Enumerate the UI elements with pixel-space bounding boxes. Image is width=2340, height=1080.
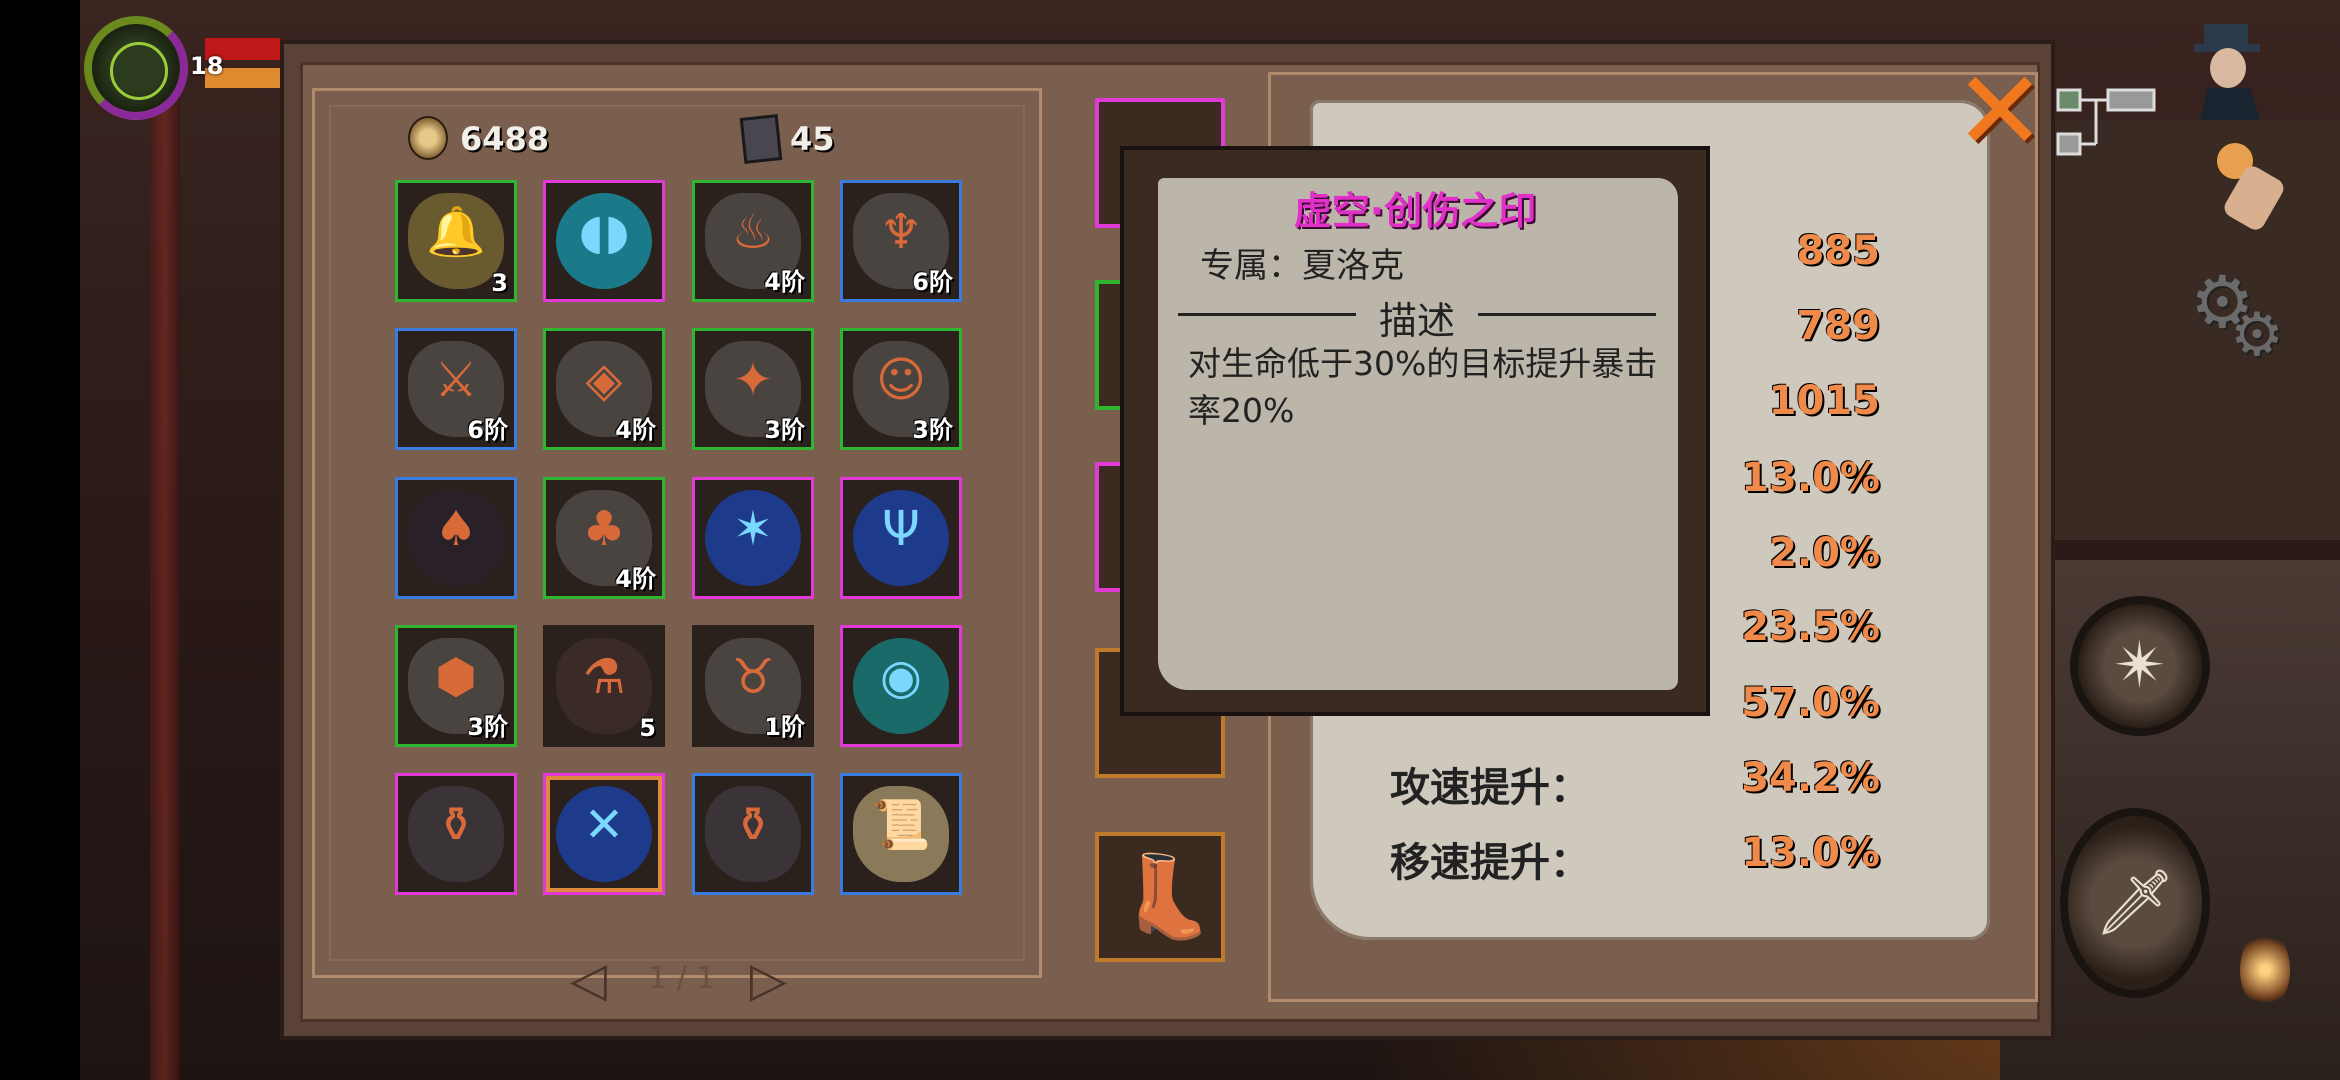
cat-rune-icon: ☺ <box>875 352 927 408</box>
stat-value: 789 <box>1796 303 1881 349</box>
trident-orb-icon: Ψ <box>882 501 920 557</box>
tree-rune-icon: ♣ <box>582 501 626 557</box>
potion-throw-icon[interactable] <box>2210 130 2288 234</box>
eagle-rune-icon: ✦ <box>732 352 774 408</box>
boots-icon: 👢 <box>1117 850 1217 943</box>
player-portrait[interactable] <box>84 16 188 120</box>
hero-avatar-icon[interactable] <box>2190 10 2270 120</box>
inventory-slot-horn-rune[interactable]: ♉ 1阶 <box>692 625 814 747</box>
inventory-slot-shield-rune[interactable]: ⬢ 3阶 <box>395 625 517 747</box>
tome-icon <box>739 114 783 164</box>
candle-light <box>2240 930 2290 1010</box>
pagination: ◁ 1 / 1 ▷ <box>570 955 800 1005</box>
scroll-icon: 📜 <box>871 797 931 853</box>
stat-label: 攻速提升： <box>1390 765 1590 811</box>
gold-coin-icon <box>408 116 448 160</box>
settings-gear-small-icon: ⚙ <box>2230 300 2284 370</box>
jar-icon: ⚱ <box>435 797 477 853</box>
attack-button[interactable]: 🗡 <box>2060 808 2210 998</box>
stat-value: 1015 <box>1768 378 1880 424</box>
player-level: 18 <box>190 52 224 80</box>
equip-slot-boots[interactable]: 👢 <box>1095 832 1225 962</box>
stat-value: 23.5% <box>1741 604 1880 650</box>
leaf-rune-icon: ◈ <box>585 352 623 408</box>
potion-icon: ⚗ <box>582 649 626 705</box>
void-rune-icon: ◖◗ <box>578 204 630 260</box>
tooltip-description: 对生命低于30%的目标提升暴击率20% <box>1188 344 1658 430</box>
prev-page-arrow-icon[interactable]: ◁ <box>570 955 607 1005</box>
inventory-slot-fire-beast-rune[interactable]: ♨ 4阶 <box>692 180 814 302</box>
background-pillar <box>150 80 180 1080</box>
inventory-slot-bell-bundle[interactable]: 🔔 3 <box>395 180 517 302</box>
stat-value: 13.0% <box>1741 455 1880 501</box>
item-count: 5 <box>639 714 656 742</box>
dark-eye-icon: ♠ <box>434 501 478 557</box>
screen-left-bezel <box>0 0 80 1080</box>
item-count: 4阶 <box>615 416 656 444</box>
inventory-slot-map-scroll[interactable]: 📜 <box>840 773 962 895</box>
item-count: 3 <box>491 269 508 297</box>
gold-amount: 6488 <box>460 120 550 158</box>
flame-rune-icon: ♆ <box>879 204 923 260</box>
inventory-slot-sword-rune[interactable]: ⚔ 6阶 <box>395 328 517 450</box>
eye-orb-icon: ◉ <box>880 649 922 705</box>
item-count: 4阶 <box>764 268 805 296</box>
page-indicator: 1 / 1 <box>648 961 716 996</box>
item-count: 1阶 <box>764 713 805 741</box>
close-icon[interactable]: ✕ <box>1950 56 2050 166</box>
inventory-slot-cat-rune[interactable]: ☺ 3阶 <box>840 328 962 450</box>
stat-value: 34.2% <box>1741 755 1880 801</box>
shield-rune-icon: ⬢ <box>435 649 477 705</box>
tooltip-exclusive-hero: 专属：夏洛克 <box>1200 246 1404 286</box>
bell-icon: 🔔 <box>426 204 486 260</box>
stat-value: 2.0% <box>1769 530 1880 576</box>
sword-rune-icon: ⚔ <box>434 352 478 408</box>
next-page-arrow-icon[interactable]: ▷ <box>750 955 787 1005</box>
dagger-icon: 🗡 <box>2094 866 2176 940</box>
inventory-slot-flame-rune[interactable]: ♆ 6阶 <box>840 180 962 302</box>
inventory-slot-red-potion[interactable]: ⚗ 5 <box>543 625 665 747</box>
minimap-icon[interactable] <box>2056 88 2156 158</box>
item-count: 4阶 <box>615 565 656 593</box>
fire-beast-rune-icon: ♨ <box>731 204 775 260</box>
item-count: 6阶 <box>912 268 953 296</box>
item-count: 3阶 <box>467 713 508 741</box>
burst-orb-icon: ✶ <box>732 501 774 557</box>
tome-amount: 45 <box>790 120 835 158</box>
stat-label: 移速提升： <box>1390 840 1590 886</box>
dark-jar-icon: ⚱ <box>732 797 774 853</box>
divider-right <box>1478 313 1656 316</box>
crossed-blades-orb-icon: ✕ <box>583 797 625 853</box>
inventory-slot-blue-burst-orb[interactable]: ✶ <box>692 477 814 599</box>
shuriken-icon: ✴ <box>2113 629 2167 703</box>
divider-left <box>1178 313 1356 316</box>
stat-value: 57.0% <box>1741 680 1880 726</box>
inventory-slot-eye-orb[interactable]: ◉ <box>840 625 962 747</box>
inventory-slot-eagle-rune[interactable]: ✦ 3阶 <box>692 328 814 450</box>
item-count: 3阶 <box>764 416 805 444</box>
stat-value: 885 <box>1796 228 1881 274</box>
horn-rune-icon: ♉ <box>731 649 775 705</box>
game-scene: 18 6488 45 🔔 3 ◖◗ ♨ 4阶 ♆ 6阶 ⚔ 6阶 ◈ 4阶 ✦ 3阶 ☺ 3阶 ♠ ♣ 4阶 ✶ Ψ ⬢… <box>0 0 2340 1080</box>
inventory-slot-trident-orb[interactable]: Ψ <box>840 477 962 599</box>
tooltip-title: 虚空·创伤之印 <box>1293 189 1537 233</box>
skill-button-shuriken[interactable]: ✴ <box>2070 596 2210 736</box>
class-emblem-icon <box>110 42 168 100</box>
item-count: 3阶 <box>912 416 953 444</box>
inventory-slot-void-wound-seal[interactable]: ✕ <box>543 773 665 895</box>
inventory-slot-black-jar[interactable]: ⚱ <box>692 773 814 895</box>
inventory-slot-void-orb[interactable]: ◖◗ <box>543 180 665 302</box>
inventory-slot-dark-eye-relic[interactable]: ♠ <box>395 477 517 599</box>
inventory-slot-tree-rune[interactable]: ♣ 4阶 <box>543 477 665 599</box>
item-count: 6阶 <box>467 416 508 444</box>
tooltip-section-heading: 描述 <box>1362 290 1472 345</box>
inventory-slot-purple-jar[interactable]: ⚱ <box>395 773 517 895</box>
inventory-slot-leaf-rune[interactable]: ◈ 4阶 <box>543 328 665 450</box>
stat-value: 13.0% <box>1741 830 1880 876</box>
